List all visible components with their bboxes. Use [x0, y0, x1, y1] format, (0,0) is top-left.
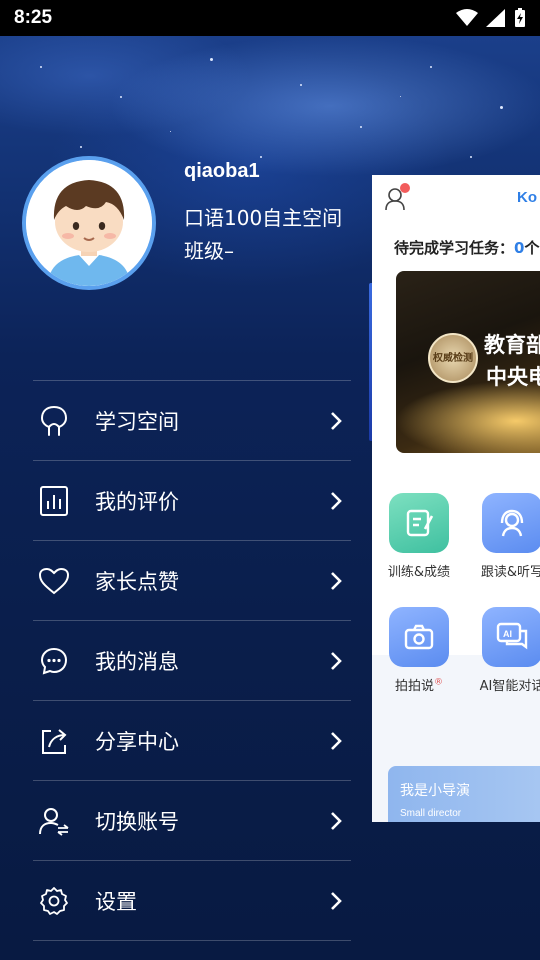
status-bar: 8:25: [0, 0, 540, 36]
avatar[interactable]: [22, 156, 156, 290]
pending-tasks-suffix: 个: [524, 239, 540, 257]
menu-label: 我的评价: [95, 489, 179, 514]
headset-icon: [482, 493, 540, 553]
menu-item-share-center[interactable]: 分享中心: [33, 701, 351, 781]
feature-label: AI智能对话: [479, 679, 540, 694]
app-logo: Ko: [517, 189, 537, 206]
pending-tasks-count: 0: [514, 239, 525, 257]
menu-label: 设置: [95, 889, 137, 914]
battery-icon: [515, 8, 525, 27]
feature-label: 训练&成绩: [387, 565, 451, 580]
switch-user-icon: [33, 806, 75, 836]
menu-label: 我的消息: [95, 649, 179, 674]
avatar-boy-icon: [26, 160, 152, 286]
menu-label: 家长点赞: [95, 569, 179, 594]
banner-title: 教育部: [484, 333, 540, 357]
bar-chart-icon: [33, 485, 75, 517]
message-icon: [33, 646, 75, 676]
director-title: 我是小导演: [400, 783, 470, 799]
ai-chat-icon: AI: [482, 607, 540, 667]
feature-training-scores[interactable]: 训练&成绩: [374, 493, 464, 580]
director-subtitle: Small director: [400, 808, 462, 819]
username: qiaoba1: [184, 160, 260, 182]
feature-label: 拍拍说®: [374, 675, 464, 694]
feature-label: 跟读&听写: [480, 565, 540, 580]
main-page-preview[interactable]: Ko 待完成学习任务：0个 权威检测 教育部 中央电 训练&成绩 跟读&听写 拍…: [372, 175, 540, 822]
chevron-right-icon: [329, 730, 343, 752]
chevron-right-icon: [329, 410, 343, 432]
feature-snap-speak[interactable]: 拍拍说®: [374, 607, 464, 694]
authority-badge: 权威检测: [428, 333, 478, 383]
status-time: 8:25: [14, 7, 53, 28]
camera-icon: [389, 607, 449, 667]
small-director-card[interactable]: 我是小导演 Small director: [388, 766, 540, 822]
brain-icon: [33, 405, 75, 437]
edit-note-icon: [389, 493, 449, 553]
chevron-right-icon: [329, 890, 343, 912]
gear-icon: [33, 886, 75, 916]
class-name: 班级–: [184, 239, 234, 263]
wifi-icon: [456, 9, 478, 26]
menu-item-switch-account[interactable]: 切换账号: [33, 781, 351, 861]
menu-item-settings[interactable]: 设置: [33, 861, 351, 941]
space-name: 口语100自主空间: [184, 206, 343, 230]
banner-subtitle: 中央电: [486, 365, 540, 389]
signal-icon: [486, 9, 505, 27]
svg-text:AI: AI: [503, 629, 512, 639]
chevron-right-icon: [329, 570, 343, 592]
menu-item-parent-likes[interactable]: 家长点赞: [33, 541, 351, 621]
menu-item-my-messages[interactable]: 我的消息: [33, 621, 351, 701]
menu-label: 分享中心: [95, 729, 179, 754]
menu-label: 学习空间: [95, 409, 179, 434]
notification-dot: [400, 183, 410, 193]
share-icon: [33, 727, 75, 755]
promo-banner[interactable]: 权威检测 教育部 中央电: [396, 271, 540, 453]
pending-tasks: 待完成学习任务：0个: [394, 237, 539, 258]
pending-tasks-label: 待完成学习任务：: [394, 239, 515, 257]
menu-item-my-evaluation[interactable]: 我的评价: [33, 461, 351, 541]
side-menu: 学习空间 我的评价 家长点赞 我的消息 分享中心 切换账号 设置: [33, 380, 351, 941]
menu-item-learning-space[interactable]: 学习空间: [33, 381, 351, 461]
registered-mark: ®: [434, 677, 443, 688]
chevron-right-icon: [329, 650, 343, 672]
chevron-right-icon: [329, 490, 343, 512]
feature-read-dictation[interactable]: 跟读&听写: [467, 493, 540, 580]
chevron-right-icon: [329, 810, 343, 832]
menu-label: 切换账号: [95, 809, 179, 834]
heart-icon: [33, 567, 75, 595]
system-icons: [456, 8, 526, 28]
feature-ai-chat[interactable]: AI AI智能对话: [467, 607, 540, 694]
feature-label-text: 拍拍说: [394, 679, 434, 694]
